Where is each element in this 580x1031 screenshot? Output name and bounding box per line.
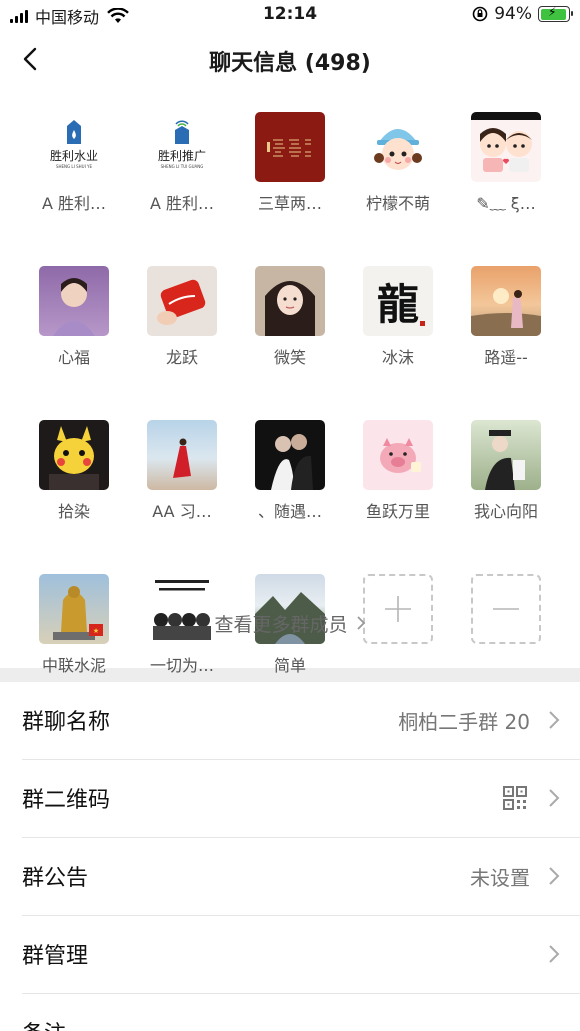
group-qr-label: 群二维码 [22,788,111,813]
orientation-lock-icon [472,6,488,22]
member-grid: 胜利水业 SHENG LI SHUI YE A 胜利… 胜利推广 SHENG L… [20,112,560,676]
member-name: 我心向阳 [473,502,538,521]
member-name: 三草两… [257,194,322,213]
cartoon-couple-image [471,112,541,172]
member-item[interactable]: 三草两… [236,112,344,214]
member-item[interactable]: 柠檬不萌 [344,112,452,214]
group-qr-row[interactable]: 群二维码 [22,760,580,838]
chevron-right-icon [549,789,560,807]
portrait-photo [265,281,315,336]
group-announcement-value: 未设置 [470,866,530,890]
red-dress-beach-photo [173,438,191,478]
member-name: 中联水泥 [41,656,106,675]
cartoon-girl-image [374,129,422,170]
cola-can-photo [157,279,206,325]
chevron-right-icon [549,945,560,963]
nav-bar: 聊天信息 (498) [0,30,580,90]
member-item[interactable]: 鱼跃万里 [344,420,452,522]
member-avatar [255,266,325,336]
group-remark-label: 备注 [22,1016,66,1031]
member-avatar [471,266,541,336]
group-announcement-label: 群公告 [22,866,89,891]
member-item[interactable]: AA 习… [128,420,236,522]
member-name: 微笑 [273,348,306,367]
member-avatar [255,420,325,490]
member-name: 简单 [273,656,306,675]
member-name: 拾染 [57,502,90,521]
member-item[interactable]: ✎﹏ ξ… [452,112,560,214]
member-item[interactable]: 胜利水业 SHENG LI SHUI YE A 胜利… [20,112,128,214]
portrait-photo [485,430,525,490]
avatar-logo-text: 胜利推广 [158,148,206,163]
page-title: 聊天信息 (498) [209,51,371,76]
member-name: 心福 [57,348,90,367]
avatar-logo-sub: SHENG LI SHUI YE [56,164,92,169]
member-avatar [363,112,433,182]
member-avatar [363,420,433,490]
member-avatar: 胜利推广 SHENG LI TUI GUANG [147,112,217,182]
member-name: 鱼跃万里 [365,502,430,521]
couple-photo [271,434,313,490]
group-name-value: 桐柏二手群 20 [398,710,530,734]
avatar-logo-text: 胜利水业 [50,148,98,163]
member-name: ✎﹏ ξ… [476,194,536,213]
member-name: 冰沫 [381,348,414,367]
status-right: 94% ⚡ [472,4,573,24]
member-name: A 胜利… [149,194,215,213]
group-announcement-row[interactable]: 群公告 未设置 [22,838,580,916]
view-more-label: 查看更多群成员 [214,614,348,636]
member-name: 、随遇… [257,502,322,521]
member-item[interactable]: 微笑 [236,266,344,368]
member-avatar [39,266,109,336]
pink-pig-image [380,438,421,473]
member-avatar [147,420,217,490]
group-name-row[interactable]: 群聊名称 桐柏二手群 20 [22,682,580,760]
group-name-label: 群聊名称 [22,710,111,735]
member-avatar [39,420,109,490]
member-name: A 胜利… [41,194,107,213]
member-item[interactable]: 龍 冰沫 [344,266,452,368]
signal-tower-logo-icon: 胜利推广 SHENG LI TUI GUANG [158,120,206,169]
member-item[interactable]: 、随遇… [236,420,344,522]
qr-code-icon [503,786,527,810]
member-name: 龙跃 [165,348,198,367]
group-settings-list: 群聊名称 桐柏二手群 20 群二维码 群公告 未设置 群管理 备注 [0,682,580,1031]
member-item[interactable]: 拾染 [20,420,128,522]
member-avatar [471,112,541,182]
avatar-logo-sub: SHENG LI TUI GUANG [161,164,204,169]
member-item[interactable]: 路遥-- [452,266,560,368]
member-avatar [255,112,325,182]
member-name: 柠檬不萌 [365,194,430,213]
member-avatar [147,266,217,336]
chevron-right-icon [549,711,560,729]
water-drop-logo-icon: 胜利水业 SHENG LI SHUI YE [50,120,98,169]
sunset-portrait-photo [471,288,541,336]
avatar-calligraphy-text: 龍 [376,279,419,329]
view-more-members-link[interactable]: 查看更多群成员 [0,610,580,637]
charging-bolt-icon: ⚡ [548,5,557,19]
battery-icon: ⚡ [538,5,573,22]
members-section: 胜利水业 SHENG LI SHUI YE A 胜利… 胜利推广 SHENG L… [0,90,580,675]
member-avatar: 胜利水业 SHENG LI SHUI YE [39,112,109,182]
member-avatar: 龍 [363,266,433,336]
member-name: 路遥-- [484,348,528,367]
member-name: AA 习… [152,502,212,521]
status-bar: 中国移动 12:14 94% ⚡ [0,0,580,30]
group-remark-row[interactable]: 备注 [22,994,580,1031]
battery-percent: 94% [494,4,532,24]
cartoon-pikachu-image [49,426,99,490]
calligraphy-image [267,139,311,157]
seal-icon [420,321,425,326]
group-manage-row[interactable]: 群管理 [22,916,580,994]
member-item[interactable]: 龙跃 [128,266,236,368]
member-item[interactable]: 我心向阳 [452,420,560,522]
member-item[interactable]: 胜利推广 SHENG LI TUI GUANG A 胜利… [128,112,236,214]
chevron-right-icon [356,614,366,636]
member-item[interactable]: 心福 [20,266,128,368]
chevron-right-icon [549,867,560,885]
member-name: 一切为… [149,656,214,675]
group-manage-label: 群管理 [22,944,89,969]
portrait-photo [53,278,95,336]
member-avatar [471,420,541,490]
